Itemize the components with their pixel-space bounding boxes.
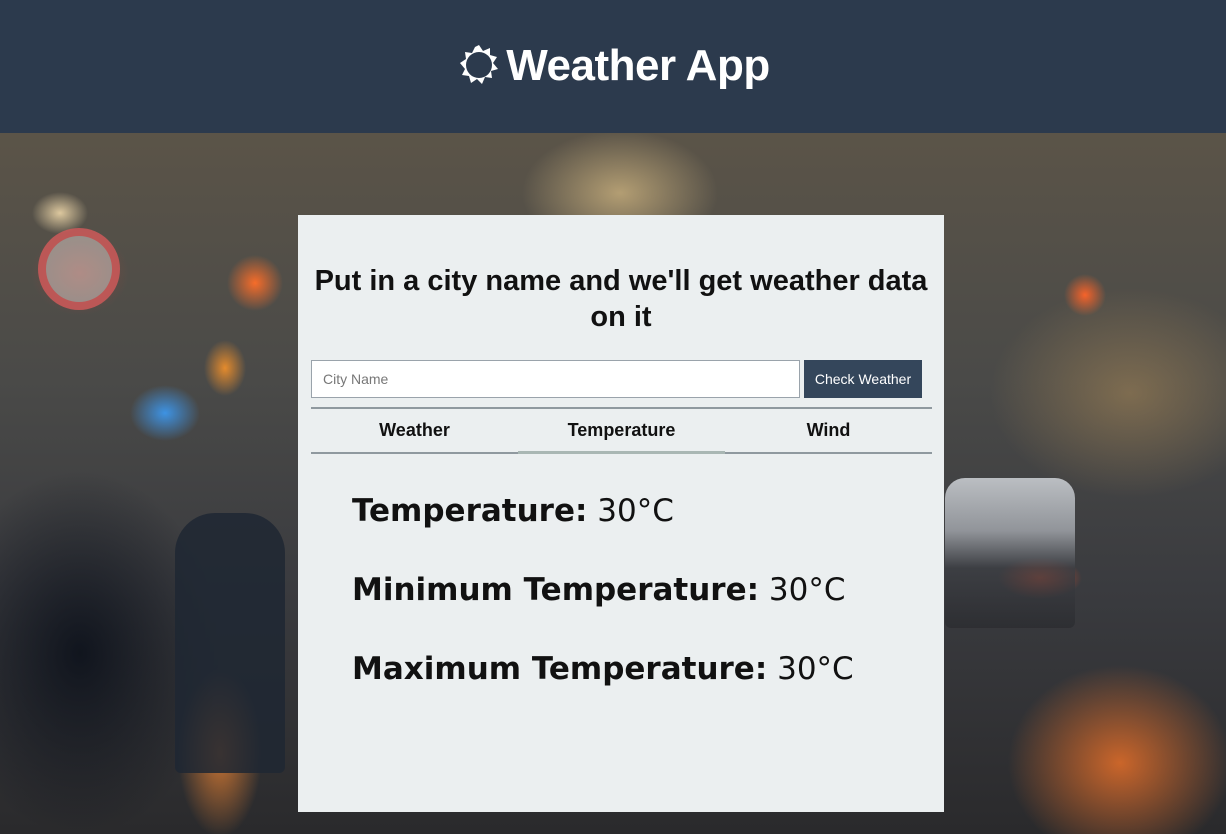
temperature-label: Temperature: <box>352 493 588 529</box>
app-title-group: Weather App <box>456 40 770 91</box>
temperature-value: 30°C <box>597 493 674 529</box>
app-header: Weather App <box>0 0 1226 133</box>
mailbox-background <box>175 513 285 773</box>
min-temperature-value: 30°C <box>768 572 846 608</box>
weather-card: Put in a city name and we'll get weather… <box>298 215 944 812</box>
max-temperature-label: Maximum Temperature: <box>352 651 768 687</box>
check-weather-button[interactable]: Check Weather <box>804 360 922 398</box>
car-background <box>945 478 1075 628</box>
tab-wind[interactable]: Wind <box>725 409 932 452</box>
min-temperature-label: Minimum Temperature: <box>352 572 760 608</box>
max-temperature-value: 30°C <box>777 651 854 687</box>
city-name-input[interactable] <box>311 360 800 398</box>
no-turn-sign-background <box>38 228 120 310</box>
tab-temperature[interactable]: Temperature <box>518 409 725 454</box>
tab-bar: Weather Temperature Wind <box>311 407 932 454</box>
temperature-stat: Temperature: 30°C <box>352 493 674 529</box>
sun-icon <box>460 44 499 84</box>
max-temperature-stat: Maximum Temperature: 30°C <box>352 651 854 687</box>
tab-weather[interactable]: Weather <box>311 409 518 452</box>
app-title: Weather App <box>506 40 770 90</box>
card-heading: Put in a city name and we'll get weather… <box>314 265 928 333</box>
min-temperature-stat: Minimum Temperature: 30°C <box>352 572 845 608</box>
